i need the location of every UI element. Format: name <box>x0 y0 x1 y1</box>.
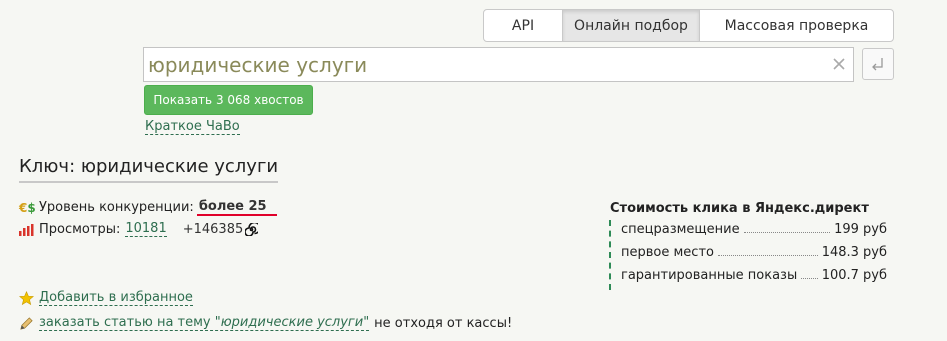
pencil-icon <box>19 316 39 331</box>
cost-item-label: спецразмещение <box>621 222 740 237</box>
order-article-link[interactable]: заказать статью на тему "юридические усл… <box>39 315 370 331</box>
enter-arrow-icon <box>872 58 883 71</box>
competition-label: Уровень конкуренции: <box>39 200 194 215</box>
views-value[interactable]: 10181 <box>125 222 167 237</box>
order-article-suffix: не отходя от кассы! <box>374 316 513 331</box>
search-input[interactable] <box>148 48 828 81</box>
order-article-topic: "юридические услуги" <box>214 315 370 330</box>
search-box <box>143 47 854 82</box>
cost-item-price: 100.7 руб <box>821 268 887 283</box>
cost-item-first-place: первое место 148.3 руб <box>621 245 887 260</box>
close-icon[interactable] <box>831 56 847 72</box>
faq-link[interactable]: Краткое ЧаВо <box>145 119 240 135</box>
tab-api[interactable]: API <box>484 10 563 41</box>
add-to-favorites-link[interactable]: Добавить в избранное <box>39 291 193 306</box>
cost-item-price: 199 руб <box>834 222 887 237</box>
tab-online-selection[interactable]: Онлайн подбор <box>563 10 700 41</box>
competition-row: €$ Уровень конкуренции: более 25 <box>19 200 267 215</box>
mode-tabs: API Онлайн подбор Массовая проверка <box>483 9 894 42</box>
cost-item-special: спецразмещение 199 руб <box>621 222 887 237</box>
submit-button[interactable] <box>862 48 894 80</box>
click-cost-list: спецразмещение 199 руб первое место 148.… <box>609 220 889 290</box>
show-tails-button[interactable]: Показать 3 068 хвостов <box>144 85 313 115</box>
cost-item-guaranteed: гарантированные показы 100.7 руб <box>621 268 887 283</box>
competition-underline <box>197 214 277 216</box>
tab-bulk-check[interactable]: Массовая проверка <box>700 10 893 41</box>
views-extra: +146385 <box>182 222 244 237</box>
star-icon <box>19 291 39 306</box>
order-article-row: заказать статью на тему "юридические усл… <box>19 316 512 331</box>
spiral-icon[interactable] <box>245 223 259 236</box>
euro-dollar-icon: €$ <box>19 200 36 215</box>
cost-item-price: 148.3 руб <box>821 245 887 260</box>
favorite-row: Добавить в избранное <box>19 291 193 306</box>
key-title: Ключ: юридические услуги <box>19 156 279 183</box>
click-cost-title: Стоимость клика в Яндекс.директ <box>610 201 869 216</box>
cost-item-label: гарантированные показы <box>621 268 798 283</box>
cost-item-label: первое место <box>621 245 714 260</box>
views-label: Просмотры: <box>39 222 121 237</box>
order-article-prefix: заказать статью на тему <box>39 315 215 330</box>
competition-value[interactable]: более 25 <box>198 200 267 215</box>
views-row: Просмотры: 10181 +146385 <box>19 222 259 237</box>
bar-chart-icon <box>19 223 39 236</box>
